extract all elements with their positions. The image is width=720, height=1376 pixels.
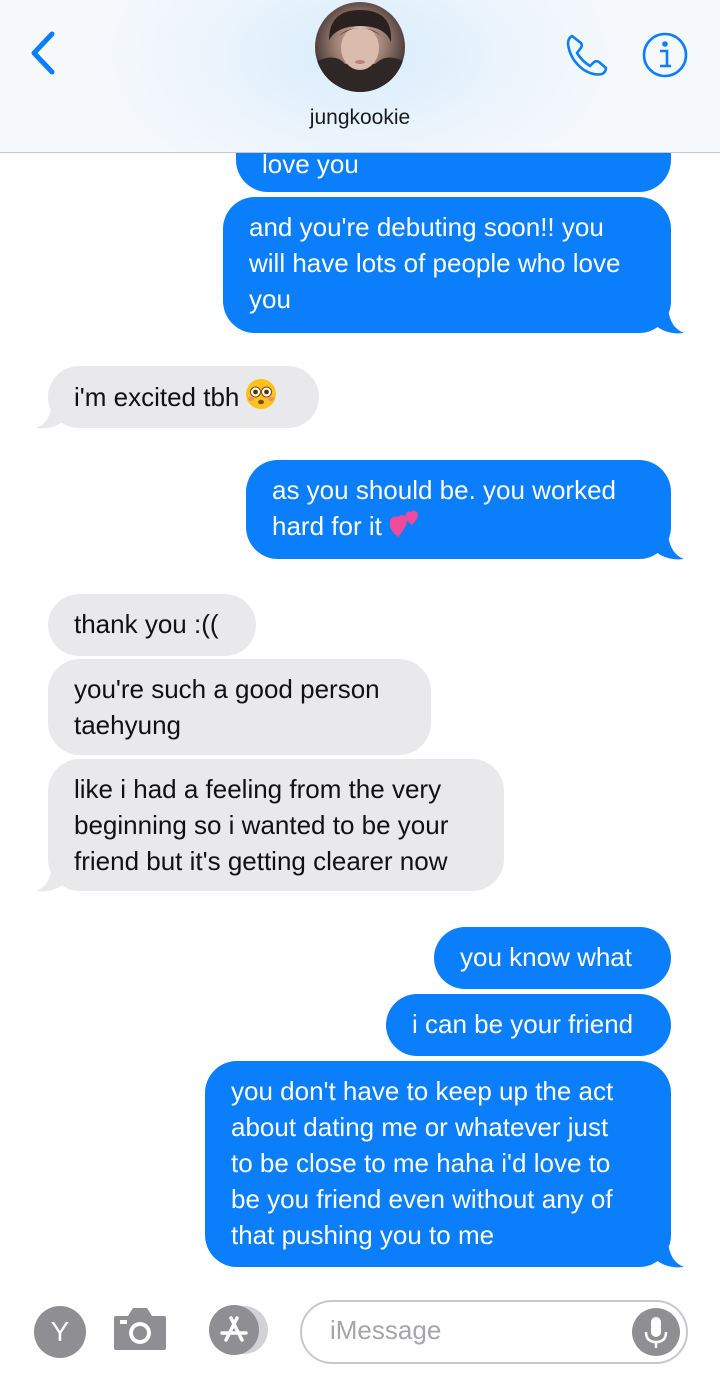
message-placeholder: iMessage [330,1315,442,1345]
incoming-message: thank you :(( [48,594,256,656]
apps-drawer-label: Y [50,1316,70,1347]
message-line: friend but it's getting clearer now [74,846,448,876]
chevron-left-icon [31,31,55,75]
outgoing-message: you know what [434,927,671,989]
message-line: and you're debuting soon!! you [249,212,604,242]
message-line: you [249,284,291,314]
apps-drawer-button[interactable]: Y [34,1306,86,1358]
message-text: i'm excited tbh [74,382,240,412]
message-line: you don't have to keep up the act [231,1076,614,1106]
message-line: as you should be. you worked [272,475,616,505]
bubble-tail [656,1242,684,1268]
back-button[interactable] [26,28,66,78]
contact-name[interactable]: jungkookie [0,106,720,130]
phone-icon [566,34,608,76]
conversation-header: jungkookie [0,0,720,153]
camera-button[interactable] [112,1306,168,1352]
message-line: be you friend even without any of [231,1184,613,1214]
message-text: i can be your friend [412,1009,634,1039]
two-hearts-emoji [388,509,422,548]
message-text: love you [262,149,359,179]
outgoing-message: and you're debuting soon!! you will have… [223,197,671,333]
outgoing-message: i can be your friend [386,994,671,1056]
outgoing-message: you don't have to keep up the act about … [205,1061,671,1267]
microphone-icon [644,1317,668,1348]
message-text: thank you :(( [74,609,219,639]
info-button[interactable] [641,31,689,79]
bubble-tail [36,403,64,429]
call-button[interactable] [562,30,612,80]
camera-icon [114,1308,166,1350]
app-store-button[interactable] [204,1304,272,1356]
info-icon [642,32,688,78]
bubble-tail [656,534,684,560]
incoming-message: i'm excited tbh [48,366,319,428]
message-line: will have lots of people who love [249,248,621,278]
message-input[interactable]: iMessage [300,1300,688,1364]
message-line: taehyung [74,710,181,740]
message-line: about dating me or whatever just [231,1112,609,1142]
app-store-icon [209,1305,268,1355]
message-line: beginning so i wanted to be your [74,810,449,840]
message-line: like i had a feeling from the very [74,774,442,804]
avatar-photo [315,10,405,92]
incoming-message: you're such a good person taehyung [48,659,431,755]
contact-avatar[interactable] [315,2,405,92]
message-line: hard for it [272,511,382,541]
message-text: you know what [460,942,632,972]
message-line: that pushing you to me [231,1220,495,1250]
microphone-button[interactable] [632,1308,680,1356]
message-line: you're such a good person [74,674,380,704]
bubble-tail [656,308,684,334]
flushed-face-emoji [245,378,277,419]
message-line: to be close to me haha i'd love to [231,1148,611,1178]
incoming-message: like i had a feeling from the very begin… [48,759,504,891]
bubble-tail [36,866,64,892]
outgoing-message: as you should be. you worked hard for it [246,460,671,559]
